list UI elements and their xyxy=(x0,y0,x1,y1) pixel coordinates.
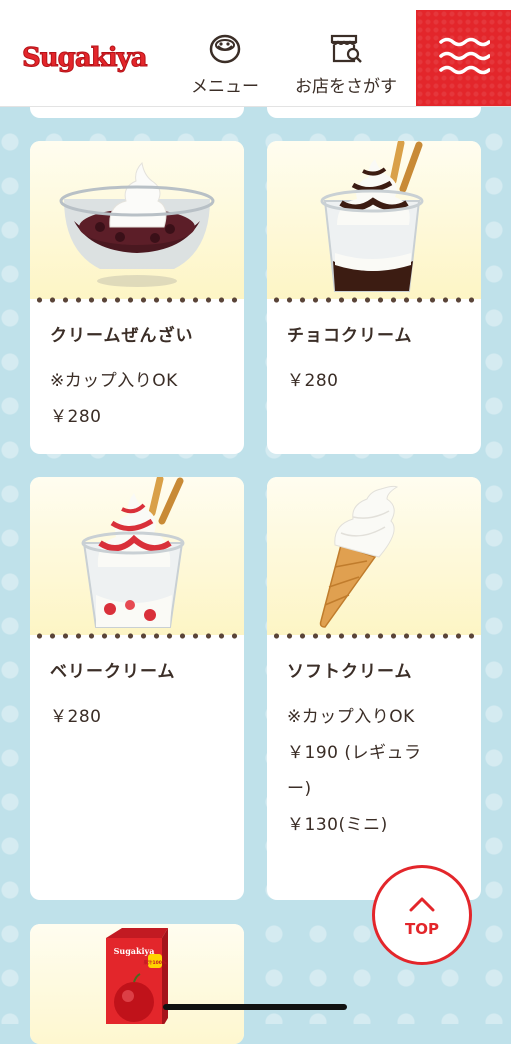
product-price: ￥280 xyxy=(50,707,102,727)
product-name: クリームぜんざい xyxy=(50,326,194,346)
product-name: ベリークリーム xyxy=(50,662,176,682)
pack-badge: 果汁100% xyxy=(144,959,167,966)
dotted-divider xyxy=(267,297,481,303)
berry-cream-image xyxy=(30,477,244,635)
product-note: ※カップ入りOK xyxy=(287,707,415,727)
product-price: ￥280 xyxy=(287,371,339,391)
store-search-icon xyxy=(285,32,407,66)
soft-cream-cone-image xyxy=(267,477,481,635)
product-card-soft-cream[interactable]: ソフトクリーム ※カップ入りOK ￥190 (レギュラ ー) ￥130(ミニ) xyxy=(267,477,481,900)
product-price: ￥280 xyxy=(50,407,102,427)
pack-logo: Sugakiya xyxy=(114,946,155,956)
nav-menu-label: メニュー xyxy=(191,77,259,97)
logo-text: Sugakiya xyxy=(22,43,149,74)
nav-menu[interactable]: メニュー xyxy=(183,32,267,102)
dotted-divider xyxy=(30,633,244,639)
status-bar xyxy=(0,0,511,10)
chevron-up-icon xyxy=(375,896,469,916)
back-to-top-button[interactable]: TOP xyxy=(372,865,472,965)
product-card-partial[interactable]: Sugakiya 果汁100% xyxy=(30,924,244,1044)
dotted-divider xyxy=(267,633,481,639)
product-name: チョコクリーム xyxy=(287,326,413,346)
dotted-divider xyxy=(30,297,244,303)
product-price: ー) xyxy=(287,779,312,799)
hamburger-menu-button[interactable] xyxy=(416,10,511,106)
sugakiya-logo[interactable]: Sugakiya xyxy=(22,40,149,76)
product-name: ソフトクリーム xyxy=(287,662,413,682)
product-price: ￥190 (レギュラ xyxy=(287,743,422,763)
apple-juice-pack-image: Sugakiya 果汁100% xyxy=(30,924,244,1044)
choco-cream-image xyxy=(267,141,481,299)
nav-store-search-label: お店をさがす xyxy=(295,77,397,97)
home-indicator[interactable] xyxy=(163,1004,347,1010)
product-note: ※カップ入りOK xyxy=(50,371,178,391)
product-card-berry-cream[interactable]: ベリークリーム ￥280 xyxy=(30,477,244,900)
hamburger-wave-icon xyxy=(438,36,491,80)
nav-store-search[interactable]: お店をさがす xyxy=(285,32,407,102)
cream-zenzai-image xyxy=(30,141,244,299)
bowl-icon xyxy=(183,32,267,66)
product-price: ￥130(ミニ) xyxy=(287,815,388,835)
product-card-cream-zenzai[interactable]: クリームぜんざい ※カップ入りOK ￥280 xyxy=(30,141,244,454)
product-card-choco-cream[interactable]: チョコクリーム ￥280 xyxy=(267,141,481,454)
site-header: Sugakiya メニュー お店をさがす xyxy=(0,10,511,107)
back-to-top-label: TOP xyxy=(405,920,439,938)
